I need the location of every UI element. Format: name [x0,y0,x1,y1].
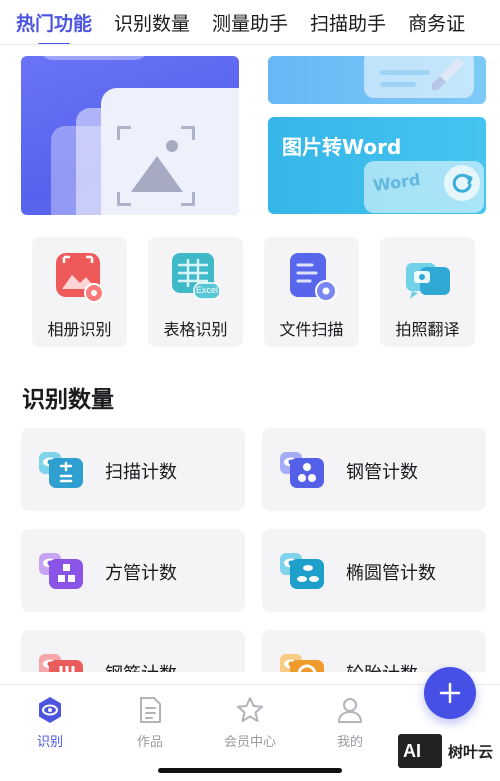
image-to-word-banner[interactable]: 图片转Word Word [268,117,486,214]
square-pipe-count-icon [39,553,83,589]
photo-recognition-banner[interactable] [21,56,239,215]
tool-table-recognize[interactable]: Excel 表格识别 [148,237,243,347]
tool-label: 拍照翻译 [395,320,460,339]
excel-badge: Excel [196,285,219,295]
home-indicator [158,768,342,773]
nav-label: 会员中心 [223,735,276,750]
count-card-label: 钢管计数 [346,462,418,483]
scan-corner-icon [117,126,131,140]
tab-business-cert[interactable]: 商务证 [408,9,465,36]
brush-icon [432,58,464,90]
album-recognize-icon [56,253,104,303]
tab-scan-assistant[interactable]: 扫描助手 [310,9,386,36]
count-card-square-pipe[interactable]: 方管计数 [21,529,245,612]
tool-photo-translate[interactable]: 拍照翻译 [380,237,475,347]
nav-recognize[interactable]: 识别 [10,695,90,750]
photo-translate-icon [406,263,450,299]
tab-recognition-count[interactable]: 识别数量 [114,9,190,36]
tool-label: 相册识别 [47,320,112,339]
image-sun-icon [166,140,178,152]
scan-corner-icon [181,192,195,206]
tab-measure-assistant[interactable]: 测量助手 [212,9,288,36]
nav-label: 我的 [336,735,363,750]
tool-label: 表格识别 [163,320,228,339]
tool-album-recognize[interactable]: 相册识别 [32,237,127,347]
nav-works[interactable]: 作品 [110,695,190,750]
nav-label: 作品 [136,735,163,750]
banner-title: 图片转Word [282,135,402,159]
file-scan-icon [290,253,337,302]
count-card-scan[interactable]: 扫描计数 [21,428,245,511]
add-button[interactable] [424,667,476,719]
nav-mine[interactable]: 我的 [310,695,390,750]
count-card-label: 椭圆管计数 [346,563,436,584]
count-card-steel-pipe[interactable]: 钢管计数 [262,428,486,511]
plus-icon [439,682,461,704]
scan-corner-icon [181,126,195,140]
section-title: 识别数量 [22,387,114,413]
scan-count-icon [39,452,83,488]
banner-decoration [39,56,149,60]
oval-pipe-count-icon [280,553,324,589]
nav-member-center[interactable]: 会员中心 [210,695,290,750]
star-icon [237,697,263,722]
user-icon [338,698,362,723]
banner-decoration [380,82,416,87]
count-card-oval-pipe[interactable]: 椭圆管计数 [262,529,486,612]
image-mountain-icon [131,156,183,192]
document-icon [140,697,161,723]
watermark-text: 树叶云 [448,742,494,761]
top-tab-bar: 热门功能 识别数量 测量助手 扫描助手 商务证 [0,0,500,44]
eye-icon [39,697,61,723]
watermark-logo: AI [398,734,442,768]
tool-file-scan[interactable]: 文件扫描 [264,237,359,347]
feature-banner-top[interactable] [268,56,486,104]
watermark: AI 树叶云 [398,734,493,768]
steel-pipe-count-icon [280,452,324,488]
count-card-label: 扫描计数 [105,462,177,483]
convert-icon [444,165,480,201]
nav-label: 识别 [36,735,63,750]
count-card-label: 方管计数 [105,563,177,584]
tool-label: 文件扫描 [279,320,344,339]
table-recognize-icon [172,253,221,300]
tab-divider [0,44,500,45]
tab-hot-features[interactable]: 热门功能 [16,9,92,44]
banner-decoration [380,70,430,75]
scan-corner-icon [117,192,131,206]
